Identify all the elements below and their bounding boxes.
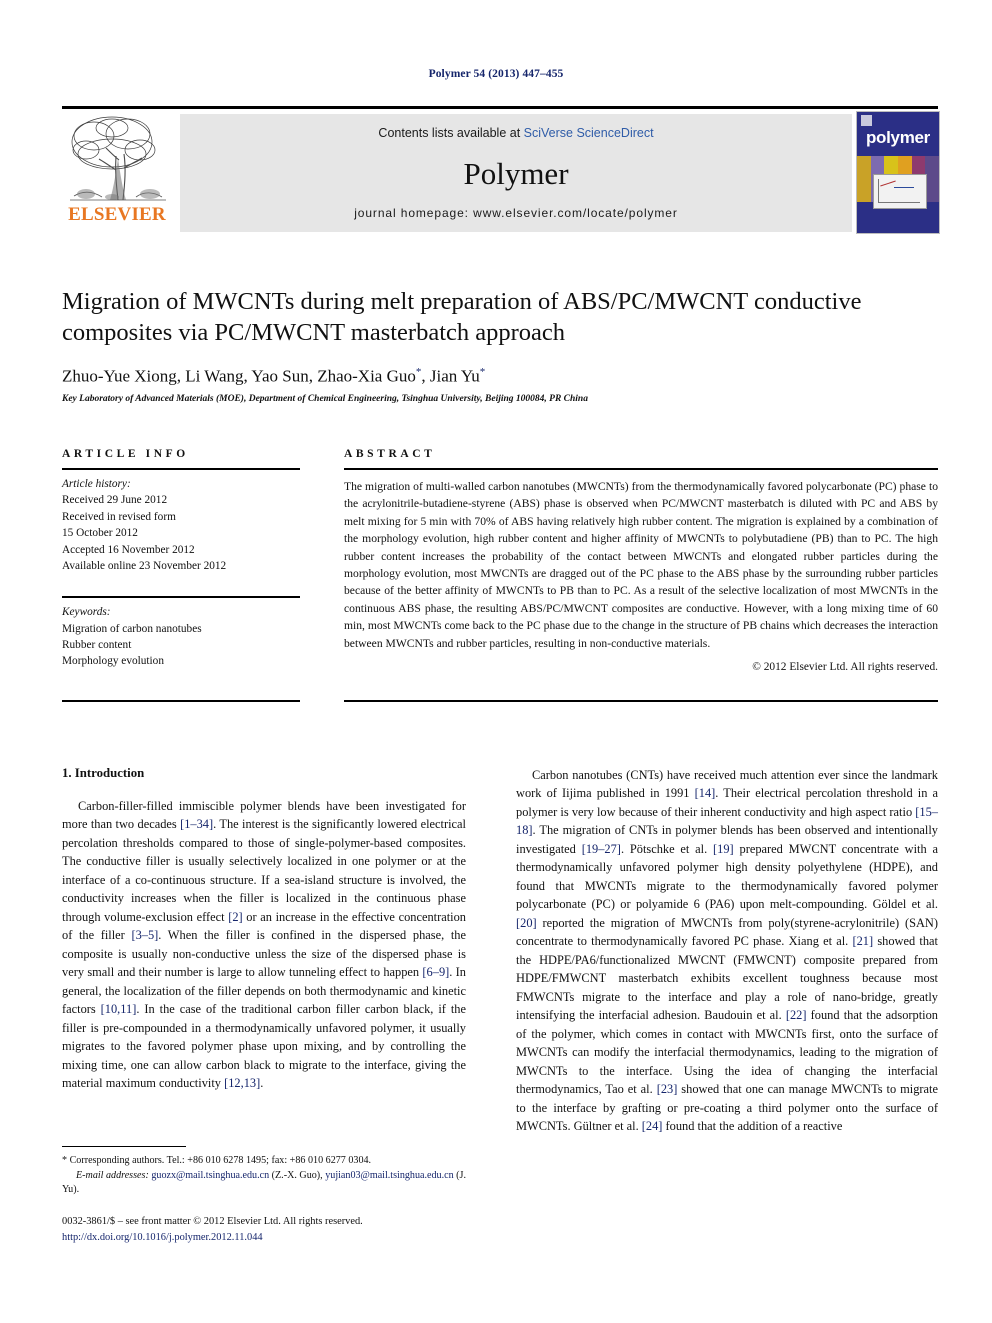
citation-ref[interactable]: [23] <box>657 1082 678 1096</box>
authors-main: Zhuo-Yue Xiong, Li Wang, Yao Sun, Zhao-X… <box>62 366 416 386</box>
journal-masthead: ELSEVIER Contents lists available at Sci… <box>62 106 940 234</box>
keywords-label: Keywords: <box>62 606 111 619</box>
abstract-heading: ABSTRACT <box>344 448 436 460</box>
text-run: found that the addition of a reactive <box>662 1119 843 1134</box>
keywords-list: Keywords: Migration of carbon nanotubes … <box>62 604 300 670</box>
footnote-rule <box>62 1146 186 1147</box>
masthead-top-rule <box>62 106 938 109</box>
citation-ref[interactable]: [19] <box>713 842 734 856</box>
footnote-block: * Corresponding authors. Tel.: +86 010 6… <box>62 1146 466 1198</box>
author-list: Zhuo-Yue Xiong, Li Wang, Yao Sun, Zhao-X… <box>62 366 938 387</box>
abstract-section: ABSTRACT The migration of multi-walled c… <box>344 448 938 673</box>
journal-homepage-link[interactable]: journal homepage: www.elsevier.com/locat… <box>180 206 852 220</box>
journal-article-page: Polymer 54 (2013) 447–455 ELSEVIER Conte… <box>0 0 992 1323</box>
body-column-left: 1. Introduction Carbon-filler-filled imm… <box>62 766 466 1093</box>
journal-banner: Contents lists available at SciVerse Sci… <box>180 114 852 232</box>
text-run: . <box>260 1076 264 1091</box>
citation-ref[interactable]: [1–34] <box>180 817 213 831</box>
corresponding-text: * Corresponding authors. Tel.: +86 010 6… <box>62 1155 372 1166</box>
journal-title: Polymer <box>463 156 569 191</box>
elsevier-wordmark: ELSEVIER <box>68 204 166 225</box>
page-title: Migration of MWCNTs during melt preparat… <box>62 288 862 347</box>
history-item: Accepted 16 November 2012 <box>62 543 195 556</box>
text-run: . Pötschke et al. <box>620 841 714 856</box>
info-bottom-rule <box>62 700 300 702</box>
citation-ref[interactable]: [6–9] <box>422 965 449 979</box>
section-heading-introduction: 1. Introduction <box>62 766 145 780</box>
corresponding-author-note: * Corresponding authors. Tel.: +86 010 6… <box>62 1154 466 1198</box>
cover-journal-name: polymer <box>865 128 931 147</box>
cover-inset-figure <box>873 174 927 209</box>
history-item: 15 October 2012 <box>62 527 138 540</box>
keyword-item: Migration of carbon nanotubes <box>62 622 202 635</box>
citation-ref[interactable]: [20] <box>516 916 537 930</box>
elsevier-logo: ELSEVIER <box>62 112 172 232</box>
citation-ref[interactable]: [24] <box>642 1119 663 1133</box>
citation-ref[interactable]: [3–5] <box>131 928 158 942</box>
citation-ref[interactable]: [22] <box>786 1008 807 1022</box>
intro-paragraph-left: Carbon-filler-filled immiscible polymer … <box>62 797 466 1093</box>
abstract-copyright: © 2012 Elsevier Ltd. All rights reserved… <box>752 660 938 673</box>
article-history-label: Article history: <box>62 478 131 490</box>
running-head: Polymer 54 (2013) 447–455 <box>428 68 564 80</box>
history-item: Received 29 June 2012 <box>62 494 168 507</box>
abstract-bottom-rule <box>344 700 938 702</box>
imprint-block: 0032-3861/$ – see front matter © 2012 El… <box>62 1214 492 1245</box>
history-item: Available online 23 November 2012 <box>62 559 227 572</box>
affiliation: Key Laboratory of Advanced Materials (MO… <box>62 393 588 404</box>
corresponding-marker-2: * <box>479 366 486 379</box>
sciencedirect-link[interactable]: SciVerse ScienceDirect <box>524 126 654 140</box>
email-link-yu[interactable]: yujian03@mail.tsinghua.edu.cn <box>325 1170 453 1181</box>
citation-ref[interactable]: [14] <box>695 786 716 800</box>
contents-available-line: Contents lists available at SciVerse Sci… <box>180 126 852 140</box>
issn-copyright-line: 0032-3861/$ – see front matter © 2012 El… <box>62 1216 363 1227</box>
cover-emblem-icon <box>861 115 872 126</box>
keyword-item: Rubber content <box>62 639 132 651</box>
email-link-guo[interactable]: guozx@mail.tsinghua.edu.cn <box>151 1170 269 1181</box>
abstract-text: The migration of multi-walled carbon nan… <box>344 480 938 650</box>
citation-ref[interactable]: [21] <box>852 934 873 948</box>
keyword-item: Morphology evolution <box>62 655 164 668</box>
body-column-right: Carbon nanotubes (CNTs) have received mu… <box>516 766 938 1136</box>
history-item: Received in revised form <box>62 510 176 523</box>
elsevier-tree-icon <box>66 112 170 204</box>
contents-prefix: Contents lists available at <box>378 126 524 140</box>
intro-paragraph-right: Carbon nanotubes (CNTs) have received mu… <box>516 766 938 1136</box>
article-history: Article history: Received 29 June 2012 R… <box>62 470 300 574</box>
text-run: . The interest is the significantly lowe… <box>62 817 467 924</box>
citation-ref[interactable]: [10,11] <box>101 1002 137 1016</box>
article-info-heading: ARTICLE INFO <box>62 448 189 460</box>
email-owner-guo: (Z.-X. Guo), <box>269 1169 326 1181</box>
email-addresses-label: E-mail addresses: <box>76 1169 149 1181</box>
title-block: Migration of MWCNTs during melt preparat… <box>62 286 938 404</box>
citation-ref[interactable]: [2] <box>228 910 242 924</box>
article-info-section: ARTICLE INFO Article history: Received 2… <box>62 448 300 670</box>
citation-ref[interactable]: [12,13] <box>224 1076 260 1090</box>
doi-link[interactable]: http://dx.doi.org/10.1016/j.polymer.2012… <box>62 1230 492 1246</box>
journal-cover-thumbnail: polymer <box>856 111 940 234</box>
citation-ref[interactable]: [19–27] <box>582 842 621 856</box>
keywords-rule <box>62 596 300 599</box>
keywords-block: Keywords: Migration of carbon nanotubes … <box>62 596 300 670</box>
authors-tail: , Jian Yu <box>421 366 480 386</box>
